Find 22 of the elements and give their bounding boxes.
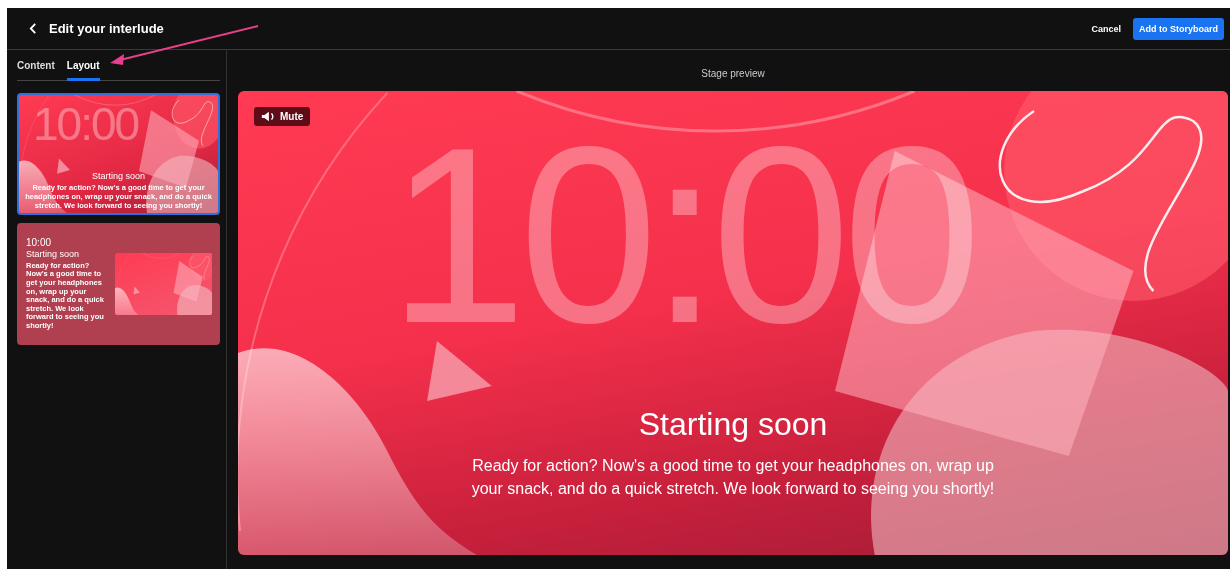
circle-with-squiggle <box>189 253 212 282</box>
round-blob-shape <box>177 284 212 315</box>
back-button[interactable] <box>27 21 39 36</box>
triangle-shape <box>133 286 140 295</box>
wavy-blob-shape <box>115 287 139 315</box>
tab[interactable]: Layout <box>66 60 100 81</box>
triangle-shape <box>57 158 70 174</box>
timer-text: 10:00 <box>33 107 139 143</box>
chevron-left-icon <box>29 23 37 34</box>
title-text: Starting soon <box>90 172 146 182</box>
cancel-button[interactable]: Cancel <box>1089 19 1123 38</box>
circle-with-squiggle <box>171 95 218 149</box>
title-text: Starting soon <box>26 250 81 260</box>
tab[interactable]: Content <box>17 60 55 81</box>
timer-text: 10:00 <box>26 237 53 249</box>
title-text: Starting soon <box>638 406 828 444</box>
arc-line <box>142 253 182 259</box>
page-title: Edit your interlude <box>49 21 164 36</box>
add-to-storyboard-button[interactable]: Add to Storyboard <box>1133 17 1224 40</box>
speaker-icon <box>261 111 275 122</box>
stage-preview-label: Stage preview <box>700 67 766 81</box>
mute-button[interactable]: Mute <box>254 107 311 126</box>
